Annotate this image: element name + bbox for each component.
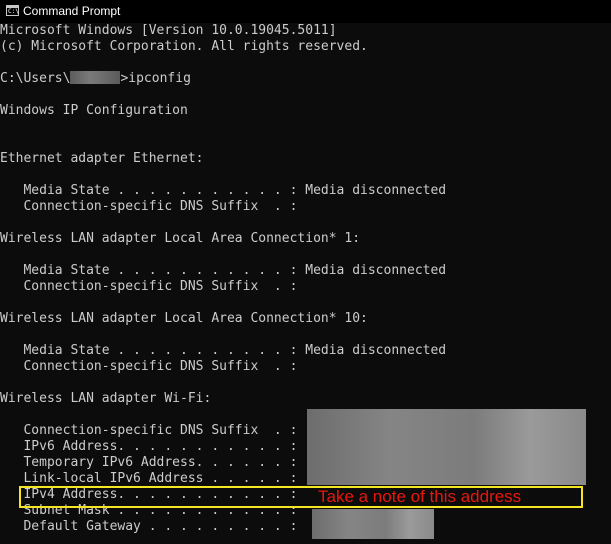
annotation-note: Take a note of this address <box>318 487 522 506</box>
adapter-header-lac10: Wireless LAN adapter Local Area Connecti… <box>0 311 368 326</box>
adapter-header-wifi: Wireless LAN adapter Wi-Fi: <box>0 391 212 406</box>
ethernet-dns-suffix-line: Connection-specific DNS Suffix . : <box>0 199 298 214</box>
console-icon-glyph: C:\ <box>8 8 19 15</box>
ethernet-media-state-line: Media State . . . . . . . . . . . : Medi… <box>0 183 447 198</box>
title-bar[interactable]: C:\ Command Prompt <box>0 0 611 23</box>
adapter-header-ethernet: Ethernet adapter Ethernet: <box>0 151 204 166</box>
redacted-ip-values-upper <box>307 409 586 485</box>
redacted-username <box>70 71 121 84</box>
banner-version-line: Microsoft Windows [Version 10.0.19045.50… <box>0 23 337 38</box>
console-app-icon: C:\ <box>6 5 19 16</box>
adapter-header-lac1: Wireless LAN adapter Local Area Connecti… <box>0 231 361 246</box>
window-title: Command Prompt <box>23 4 121 18</box>
wifi-default-gateway-line: Default Gateway . . . . . . . . . : <box>0 519 298 534</box>
command-prompt-window: C:\ Command Prompt Microsoft Windows [Ve… <box>0 0 611 544</box>
lac10-media-state-line: Media State . . . . . . . . . . . : Medi… <box>0 343 447 358</box>
wifi-link-local-ipv6-line: Link-local IPv6 Address . . . . . : <box>0 471 298 486</box>
wifi-dns-suffix-line: Connection-specific DNS Suffix . : <box>0 423 298 438</box>
ip-config-heading: Windows IP Configuration <box>0 103 188 118</box>
lac10-dns-suffix-line: Connection-specific DNS Suffix . : <box>0 359 298 374</box>
banner-copyright-line: (c) Microsoft Corporation. All rights re… <box>0 39 368 54</box>
lac1-dns-suffix-line: Connection-specific DNS Suffix . : <box>0 279 298 294</box>
prompt-command: >ipconfig <box>120 71 191 86</box>
wifi-ipv6-line: IPv6 Address. . . . . . . . . . . : <box>0 439 298 454</box>
prompt-prefix: C:\Users\ <box>0 71 71 86</box>
console-output[interactable]: Microsoft Windows [Version 10.0.19045.50… <box>0 23 611 544</box>
lac1-media-state-line: Media State . . . . . . . . . . . : Medi… <box>0 263 447 278</box>
wifi-temp-ipv6-line: Temporary IPv6 Address. . . . . . : <box>0 455 298 470</box>
redacted-ip-values-lower <box>312 509 434 539</box>
prompt-line: C:\Users\ >ipconfig <box>0 71 191 87</box>
